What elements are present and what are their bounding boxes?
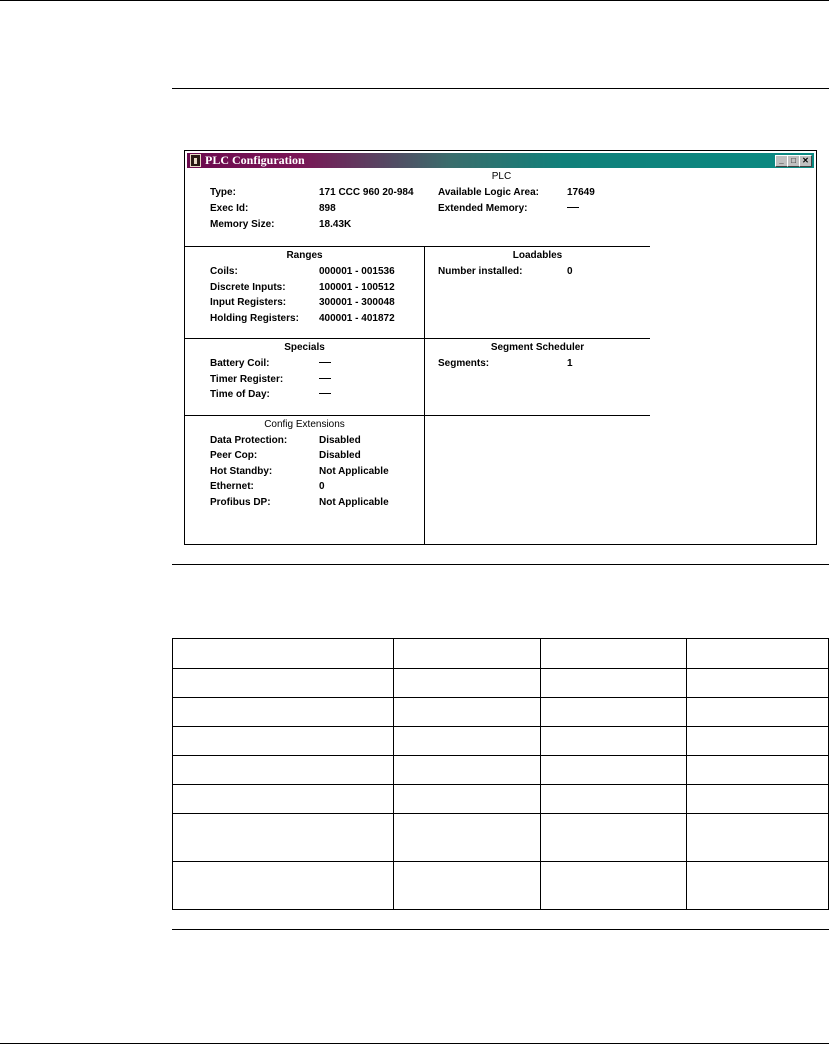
divider-h1	[185, 246, 650, 247]
window-content: PLC Type: 171 CCC 960 20-984 Exec Id: 89…	[185, 168, 816, 544]
table-cell	[540, 813, 687, 862]
segments-label: Segments:	[438, 358, 490, 369]
exec-id-label: Exec Id:	[210, 203, 249, 214]
table-cell	[172, 638, 394, 669]
table-cell	[172, 755, 394, 785]
table-cell	[393, 784, 541, 814]
time-of-day-value	[319, 389, 331, 401]
table-cell	[172, 726, 394, 756]
segment-scheduler-heading: Segment Scheduler	[490, 342, 585, 353]
table-cell	[393, 697, 541, 727]
input-registers-label: Input Registers:	[210, 297, 287, 308]
ethernet-label: Ethernet:	[210, 481, 254, 492]
table-row	[172, 755, 829, 785]
coils-value: 000001 - 001536	[319, 266, 395, 277]
table-row	[172, 784, 829, 814]
timer-register-value	[319, 374, 331, 386]
table-cell	[540, 668, 687, 698]
extended-memory-value	[567, 203, 579, 215]
divider-v	[424, 246, 425, 544]
section-rule-3	[172, 929, 829, 930]
app-system-icon[interactable]	[190, 154, 201, 167]
logic-area-value: 17649	[567, 187, 595, 198]
table-cell	[172, 861, 394, 910]
window-title: PLC Configuration	[205, 153, 305, 167]
segments-value: 1	[567, 358, 573, 369]
table-row	[172, 861, 829, 910]
number-installed-label: Number installed:	[438, 266, 523, 277]
data-protection-value: Disabled	[319, 435, 361, 446]
memory-size-value: 18.43K	[319, 219, 352, 230]
exec-id-value: 898	[319, 203, 336, 214]
config-extensions-heading: Config Extensions	[264, 419, 345, 430]
table-cell	[686, 813, 829, 862]
type-value: 171 CCC 960 20-984	[319, 187, 414, 198]
discrete-inputs-value: 100001 - 100512	[319, 282, 395, 293]
empty-table	[172, 638, 829, 910]
coils-label: Coils:	[210, 266, 238, 277]
table-cell	[540, 638, 687, 669]
table-cell	[686, 784, 829, 814]
table-row	[172, 697, 829, 727]
discrete-inputs-label: Discrete Inputs:	[210, 282, 286, 293]
hot-standby-value: Not Applicable	[319, 466, 389, 477]
specials-heading: Specials	[284, 342, 325, 353]
table-cell	[393, 755, 541, 785]
table-row	[172, 668, 829, 698]
table-cell	[686, 668, 829, 698]
number-installed-value: 0	[567, 266, 573, 277]
plc-heading: PLC	[491, 171, 512, 182]
section-rule-2	[172, 564, 829, 565]
table-cell	[393, 668, 541, 698]
battery-coil-value	[319, 358, 331, 370]
logic-area-label: Available Logic Area:	[438, 187, 539, 198]
table-cell	[172, 813, 394, 862]
table-cell	[686, 861, 829, 910]
table-row	[172, 813, 829, 862]
table-cell	[540, 697, 687, 727]
table-row	[172, 726, 829, 756]
timer-register-label: Timer Register:	[210, 374, 284, 385]
extended-memory-label: Extended Memory:	[438, 203, 528, 214]
table-cell	[686, 697, 829, 727]
hot-standby-label: Hot Standby:	[210, 466, 273, 477]
holding-registers-value: 400001 - 401872	[319, 313, 395, 324]
top-page-rule	[0, 0, 829, 1]
window-title-bar[interactable]: PLC Configuration _ □ ✕	[187, 153, 814, 168]
table-cell	[686, 638, 829, 669]
battery-coil-label: Battery Coil:	[210, 358, 270, 369]
input-registers-value: 300001 - 300048	[319, 297, 395, 308]
type-label: Type:	[210, 187, 236, 198]
close-button[interactable]: ✕	[799, 155, 812, 167]
section-rule-1	[172, 88, 829, 89]
ranges-heading: Ranges	[286, 250, 323, 261]
table-cell	[172, 784, 394, 814]
table-cell	[393, 726, 541, 756]
divider-h3	[185, 415, 650, 416]
peer-cop-value: Disabled	[319, 450, 361, 461]
ethernet-value: 0	[319, 481, 325, 492]
table-cell	[686, 726, 829, 756]
table-cell	[172, 668, 394, 698]
table-cell	[393, 638, 541, 669]
table-cell	[540, 861, 687, 910]
table-cell	[540, 784, 687, 814]
profibus-dp-label: Profibus DP:	[210, 497, 271, 508]
table-cell	[540, 726, 687, 756]
peer-cop-label: Peer Cop:	[210, 450, 258, 461]
table-row	[172, 638, 829, 669]
time-of-day-label: Time of Day:	[210, 389, 270, 400]
profibus-dp-value: Not Applicable	[319, 497, 389, 508]
divider-h2	[185, 338, 650, 339]
table-cell	[540, 755, 687, 785]
memory-size-label: Memory Size:	[210, 219, 275, 230]
data-protection-label: Data Protection:	[210, 435, 288, 446]
plc-configuration-window: PLC Configuration _ □ ✕ PLC Type: 171 CC…	[184, 150, 817, 545]
loadables-heading: Loadables	[512, 250, 563, 261]
table-cell	[172, 697, 394, 727]
table-cell	[393, 861, 541, 910]
table-cell	[686, 755, 829, 785]
holding-registers-label: Holding Registers:	[210, 313, 299, 324]
table-cell	[393, 813, 541, 862]
